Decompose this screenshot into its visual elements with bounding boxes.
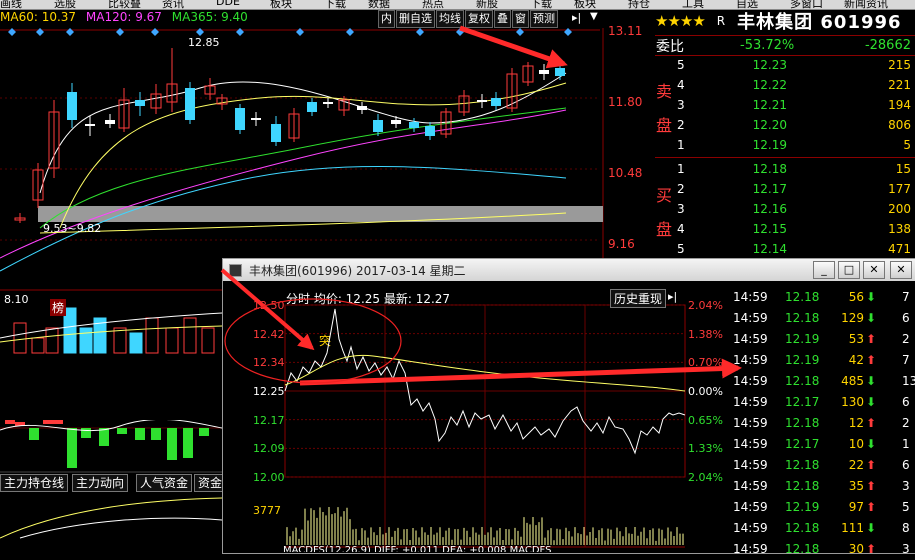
macd-subchart (0, 420, 222, 539)
annotation-arrow (459, 25, 568, 69)
annotation-arrow (220, 268, 315, 351)
annotation-arrow (299, 358, 742, 386)
annotation-circle (224, 298, 402, 384)
